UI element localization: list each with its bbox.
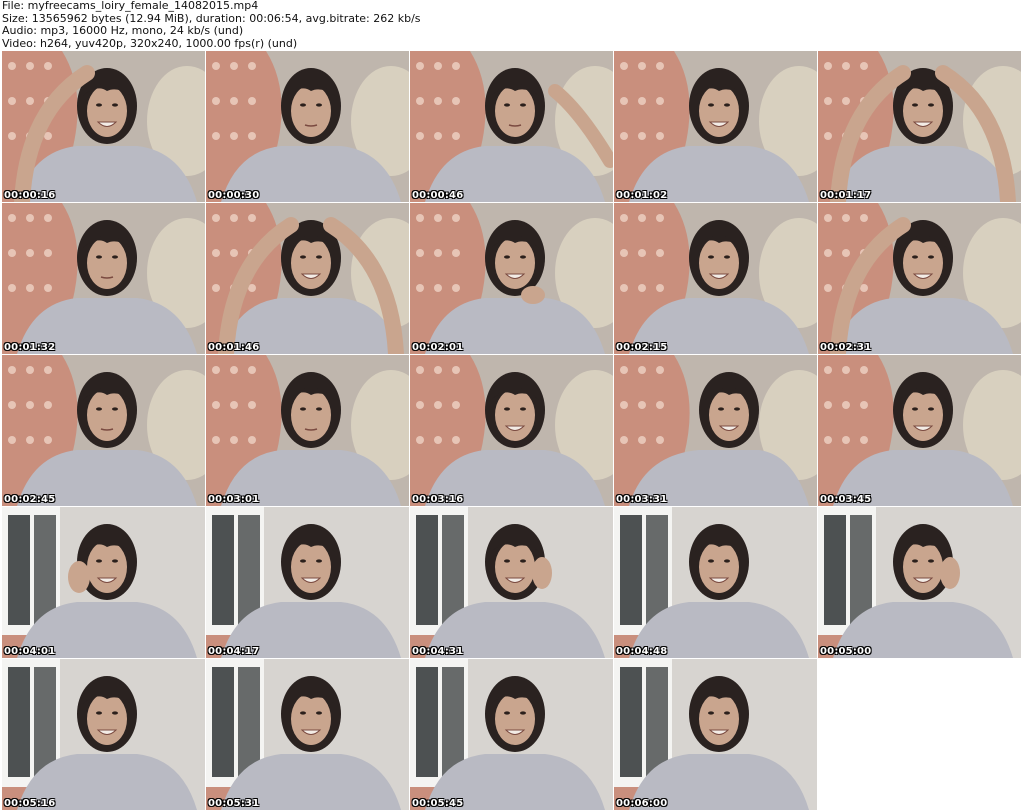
thumbnail-frame-image: [410, 203, 613, 354]
video-thumbnail: 00:00:30: [206, 51, 409, 202]
thumbnail-timestamp: 00:03:01: [208, 494, 260, 505]
thumbnail-timestamp: 00:04:48: [616, 646, 668, 657]
thumbnail-frame-image: [206, 659, 409, 810]
video-thumbnail: 00:01:02: [614, 51, 817, 202]
video-thumbnail: 00:03:31: [614, 355, 817, 506]
thumbnail-frame-image: [2, 507, 205, 658]
video-thumbnail: 00:04:48: [614, 507, 817, 658]
thumbnail-timestamp: 00:05:45: [412, 798, 464, 809]
video-thumbnail: 00:01:32: [2, 203, 205, 354]
video-thumbnail: 00:04:17: [206, 507, 409, 658]
thumbnail-timestamp: 00:04:31: [412, 646, 464, 657]
video-thumbnail: 00:02:01: [410, 203, 613, 354]
thumbnail-frame-image: [2, 355, 205, 506]
video-thumbnail: 00:02:45: [2, 355, 205, 506]
thumbnail-timestamp: 00:01:46: [208, 342, 260, 353]
thumbnail-frame-image: [410, 659, 613, 810]
thumbnail-timestamp: 00:01:02: [616, 190, 668, 201]
thumbnail-frame-image: [206, 203, 409, 354]
thumbnail-timestamp: 00:05:31: [208, 798, 260, 809]
thumbnail-timestamp: 00:02:15: [616, 342, 668, 353]
thumbnail-frame-image: [410, 507, 613, 658]
thumbnail-frame-image: [614, 203, 817, 354]
thumbnail-timestamp: 00:04:17: [208, 646, 260, 657]
thumbnail-frame-image: [818, 355, 1021, 506]
audio-info-line: Audio: mp3, 16000 Hz, mono, 24 kb/s (und…: [2, 24, 244, 37]
video-thumbnail: 00:04:31: [410, 507, 613, 658]
thumbnail-frame-image: [410, 355, 613, 506]
file-name-line: File: myfreecams_loiry_female_14082015.m…: [2, 0, 259, 12]
thumbnail-timestamp: 00:06:00: [616, 798, 668, 809]
video-thumbnail: 00:05:16: [2, 659, 205, 810]
thumbnail-timestamp: 00:05:00: [820, 646, 872, 657]
video-thumbnail: 00:01:17: [818, 51, 1021, 202]
thumbnail-frame-image: [410, 51, 613, 202]
thumbnail-timestamp: 00:04:01: [4, 646, 56, 657]
video-info-line: Video: h264, yuv420p, 320x240, 1000.00 f…: [2, 36, 298, 50]
video-thumbnail: 00:05:31: [206, 659, 409, 810]
thumbnail-frame-image: [2, 51, 205, 202]
thumbnail-timestamp: 00:05:16: [4, 798, 56, 809]
video-thumbnail: 00:01:46: [206, 203, 409, 354]
thumbnail-timestamp: 00:00:16: [4, 190, 56, 201]
thumbnail-frame-image: [206, 507, 409, 658]
video-thumbnail: 00:03:45: [818, 355, 1021, 506]
thumbnail-timestamp: 00:02:45: [4, 494, 56, 505]
thumbnail-timestamp: 00:01:17: [820, 190, 872, 201]
video-thumbnail: 00:05:00: [818, 507, 1021, 658]
thumbnail-frame-image: [2, 659, 205, 810]
video-thumbnail: 00:03:16: [410, 355, 613, 506]
thumbnail-frame-image: [818, 507, 1021, 658]
thumbnail-timestamp: 00:00:46: [412, 190, 464, 201]
thumbnail-frame-image: [206, 51, 409, 202]
thumbnail-timestamp: 00:00:30: [208, 190, 260, 201]
thumbnail-timestamp: 00:03:31: [616, 494, 668, 505]
thumbnail-grid: 00:00:16 00:00:30 00:00:46 00:01:02 00:01:17…: [0, 51, 1024, 811]
thumbnail-frame-image: [614, 659, 817, 810]
thumbnail-frame-image: [614, 507, 817, 658]
video-thumbnail: 00:02:15: [614, 203, 817, 354]
thumbnail-frame-image: [2, 203, 205, 354]
video-thumbnail: 00:00:16: [2, 51, 205, 202]
file-info-header: File: myfreecams_loiry_female_14082015.m…: [2, 0, 1022, 50]
video-thumbnail: 00:06:00: [614, 659, 817, 810]
video-thumbnail: 00:02:31: [818, 203, 1021, 354]
video-thumbnail: 00:03:01: [206, 355, 409, 506]
thumbnail-timestamp: 00:02:31: [820, 342, 872, 353]
video-thumbnail: 00:05:45: [410, 659, 613, 810]
thumbnail-frame-image: [206, 355, 409, 506]
thumbnail-timestamp: 00:02:01: [412, 342, 464, 353]
video-thumbnail: 00:00:46: [410, 51, 613, 202]
thumbnail-timestamp: 00:03:45: [820, 494, 872, 505]
thumbnail-timestamp: 00:03:16: [412, 494, 464, 505]
thumbnail-frame-image: [614, 355, 817, 506]
thumbnail-frame-image: [614, 51, 817, 202]
video-thumbnail: 00:04:01: [2, 507, 205, 658]
thumbnail-frame-image: [818, 203, 1021, 354]
thumbnail-timestamp: 00:01:32: [4, 342, 56, 353]
thumbnail-frame-image: [818, 51, 1021, 202]
